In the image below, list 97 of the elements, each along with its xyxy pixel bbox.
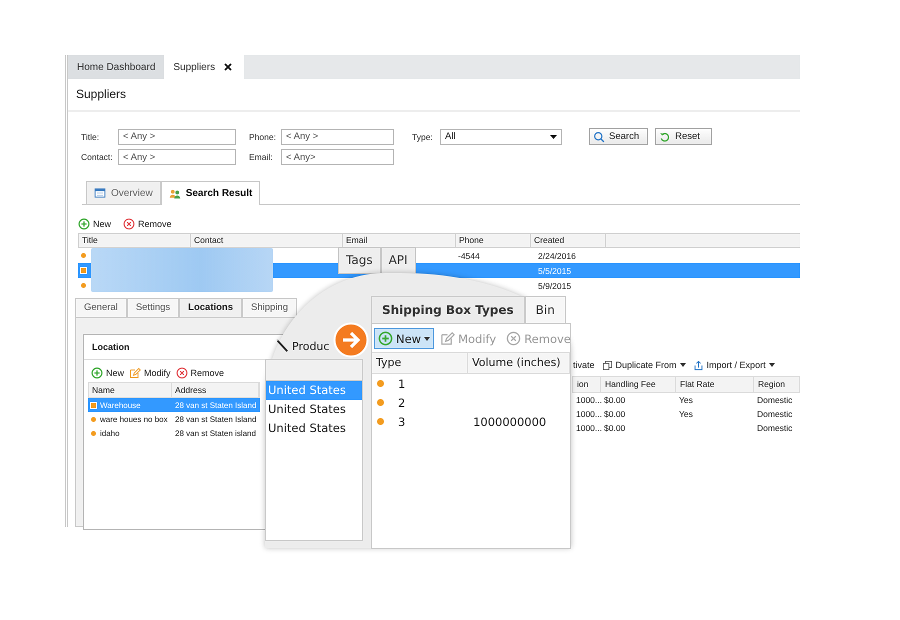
calendar-icon [94, 187, 106, 199]
input-field[interactable]: < Any > [281, 128, 394, 144]
field-label: Email: [249, 152, 274, 162]
x-circle-icon [123, 218, 136, 230]
upload-icon [692, 360, 704, 370]
table-cell: $0.00 [604, 423, 626, 433]
tab[interactable]: Bin [524, 296, 566, 323]
status-dot [377, 380, 384, 387]
search-button[interactable]: Search [589, 128, 648, 145]
tab[interactable]: Shipping Box Types [371, 296, 525, 323]
table-cell: 5/5/2015 [538, 266, 572, 276]
modify-button[interactable]: Modify [129, 367, 171, 379]
new-button[interactable]: New [78, 218, 112, 230]
plus-circle-icon [378, 331, 393, 346]
page-tab[interactable]: Home Dashboard [68, 55, 164, 79]
detail-tab[interactable]: General [75, 298, 127, 317]
table-row[interactable]: idaho 28 van st Staten island [88, 426, 260, 440]
pencil-icon [440, 331, 456, 346]
table-cell: 3 [398, 414, 406, 428]
column-header[interactable]: Type [372, 353, 468, 373]
table-cell: ware houes no box [100, 414, 168, 424]
field-label: Title: [81, 132, 100, 142]
remove-button[interactable]: Remove [123, 218, 172, 230]
remove-button[interactable]: Remove [176, 367, 224, 379]
pencil-icon [129, 367, 142, 379]
new-button[interactable]: New [91, 367, 124, 379]
column-header[interactable]: Address [172, 383, 259, 397]
table-cell: 28 van st Staten Island [175, 400, 256, 410]
table-cell: 28 van st Staten island [175, 428, 256, 438]
table-cell: Domestic [757, 395, 792, 405]
table-cell: 2 [398, 396, 406, 410]
detail-tab[interactable]: Shipping [242, 298, 297, 317]
table-cell: $0.00 [604, 395, 626, 405]
column-header[interactable]: Name [89, 383, 172, 397]
table-cell: $0.00 [604, 409, 626, 419]
table-cell: 5/9/2015 [538, 280, 572, 290]
field-label: Type: [412, 132, 434, 142]
column-header[interactable]: Title [79, 234, 191, 247]
table-cell: 1000... [576, 423, 602, 433]
table-cell: 1000000000 [473, 414, 546, 428]
table-cell: 1000... [576, 409, 602, 419]
table-cell: Yes [679, 409, 693, 419]
close-icon[interactable] [224, 63, 232, 71]
view-tab[interactable]: Overview [86, 181, 161, 204]
search-icon [593, 130, 605, 142]
view-tab[interactable]: Search Result [160, 181, 260, 205]
status-dot [91, 430, 96, 436]
column-header[interactable]: Created [531, 234, 606, 247]
table-cell: 1000... [576, 395, 602, 405]
column-header[interactable]: Flat Rate [676, 377, 754, 392]
plus-circle-icon [91, 367, 103, 379]
field-label: Phone: [249, 132, 277, 142]
column-header[interactable]: Volume (inches) [468, 353, 570, 373]
input-field[interactable]: < Any > [118, 149, 236, 165]
table-cell: idaho [100, 428, 120, 438]
table-cell: -4544 [458, 250, 480, 260]
table-cell: Domestic [757, 409, 792, 419]
refresh-icon [659, 130, 672, 142]
input-field[interactable]: < Any> [281, 149, 394, 165]
status-dot [377, 399, 384, 406]
detail-tab[interactable]: Locations [179, 298, 242, 317]
page-tab[interactable]: Suppliers [164, 55, 244, 79]
list-item[interactable]: United States [266, 419, 362, 438]
x-circle-icon [506, 331, 522, 346]
field-label: Contact: [81, 152, 114, 162]
new-button[interactable]: New [374, 328, 434, 349]
table-row[interactable]: ware houes no box 28 van st Staten Island [88, 412, 260, 426]
table-cell: 28 van st Staten Island [175, 414, 256, 424]
tab-label[interactable]: Produc [292, 340, 330, 352]
table-cell: Warehouse [100, 400, 141, 410]
people-icon [168, 188, 181, 200]
table-cell: 1 [398, 376, 406, 390]
wand-icon [275, 339, 289, 353]
import-export-button[interactable]: Import / Export [692, 358, 775, 372]
column-header[interactable]: Region [754, 377, 800, 392]
table-cell: Yes [679, 395, 693, 405]
page-title: Suppliers [68, 79, 800, 112]
plus-circle-icon [78, 218, 90, 230]
status-dot [91, 416, 96, 422]
tab[interactable]: Tags [338, 247, 381, 274]
table-cell: 2/24/2016 [538, 250, 576, 260]
column-header[interactable]: Handling Fee [601, 377, 676, 392]
duplicate-button[interactable]: Duplicate From [602, 358, 686, 372]
toolbar-button[interactable]: tivate [573, 358, 595, 372]
reset-button[interactable]: Reset [655, 128, 712, 145]
list-item[interactable]: United States [266, 400, 362, 419]
column-header[interactable]: ion [573, 377, 601, 392]
tab[interactable]: API [380, 247, 416, 274]
copy-icon [602, 360, 613, 370]
column-header[interactable]: Phone [456, 234, 531, 247]
input-field[interactable]: < Any > [118, 128, 236, 144]
x-circle-icon [176, 367, 188, 379]
status-dot [377, 418, 384, 425]
type-select[interactable]: All [440, 128, 562, 144]
caret-icon [550, 134, 557, 138]
table-cell: Domestic [757, 423, 792, 433]
detail-tab[interactable]: Settings [126, 298, 180, 317]
